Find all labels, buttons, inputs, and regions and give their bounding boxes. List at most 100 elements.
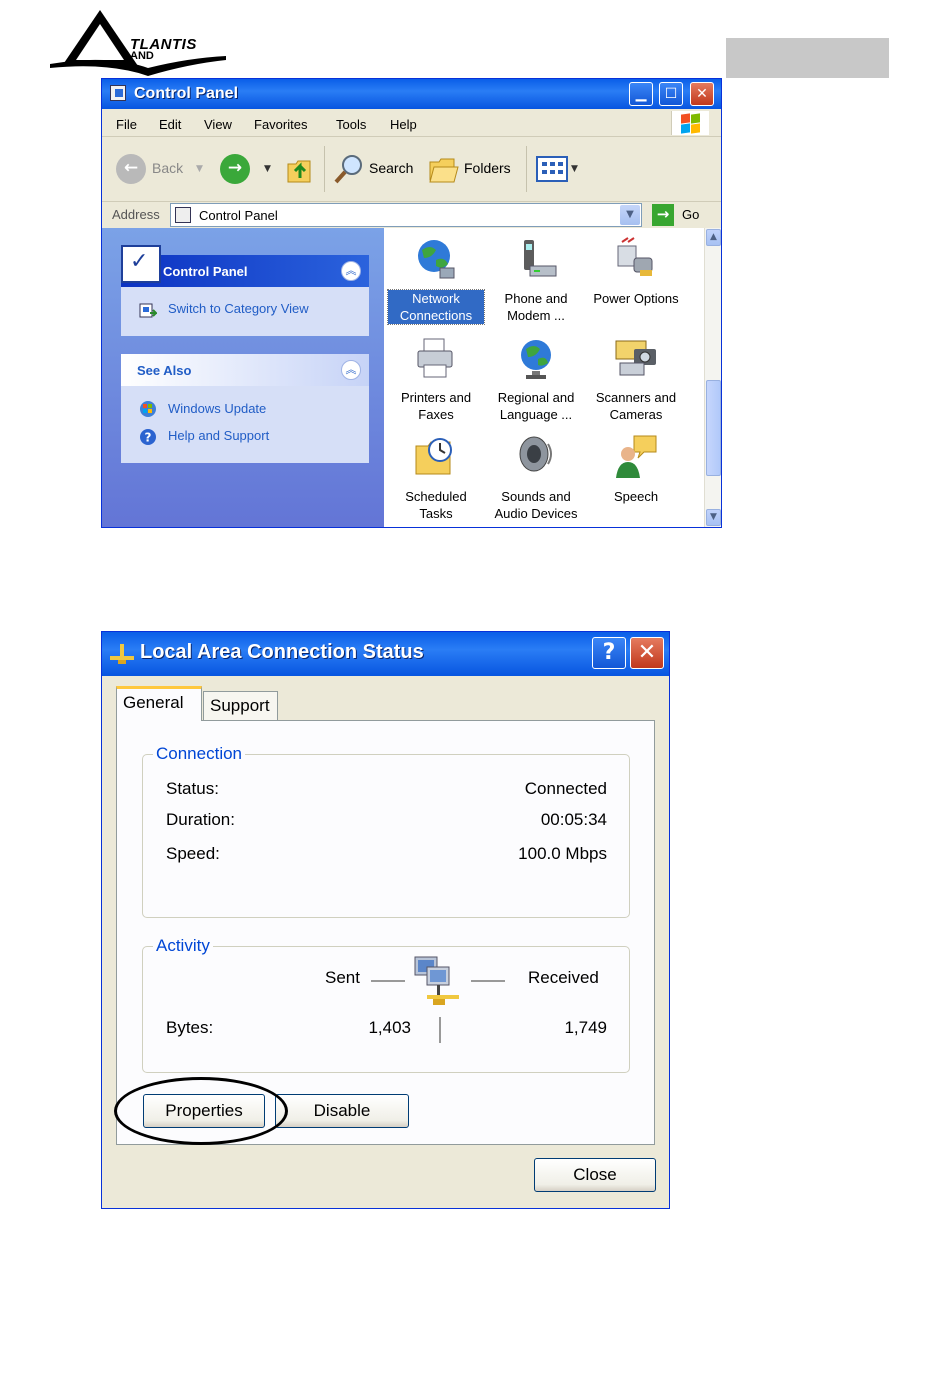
speech-icon <box>616 435 657 478</box>
network-connections-item[interactable]: Network Connections <box>387 236 485 325</box>
item-label: Printers and Faxes <box>400 390 472 422</box>
forward-dropdown-icon[interactable]: ▼ <box>264 164 271 174</box>
item-label: Power Options <box>593 291 679 306</box>
network-connection-icon <box>110 644 134 664</box>
bytes-received-value: 1,749 <box>564 1018 607 1037</box>
speed-label: Speed: <box>166 844 220 863</box>
back-button-label[interactable]: Back <box>152 160 183 176</box>
windows-logo-icon <box>671 111 709 135</box>
go-arrow-icon[interactable]: → <box>652 204 674 226</box>
toolbar-separator <box>324 146 325 192</box>
close-button[interactable]: ✕ <box>690 82 714 106</box>
close-dialog-button[interactable]: Close <box>534 1158 656 1192</box>
control-panel-task-box: Control Panel ︽ Switch to Category View <box>121 245 369 336</box>
item-label: Scanners and Cameras <box>595 390 677 422</box>
title-bar[interactable]: Control Panel ▁ ☐ ✕ <box>102 79 721 109</box>
scheduled-folder-icon <box>415 438 452 475</box>
back-dropdown-icon[interactable]: ▼ <box>196 164 203 174</box>
views-dropdown-icon[interactable]: ▼ <box>571 164 578 174</box>
activity-group-title: Activity <box>153 936 213 956</box>
task-box-header[interactable]: Control Panel ︽ <box>121 245 369 287</box>
go-button-label[interactable]: Go <box>682 207 699 222</box>
disable-button[interactable]: Disable <box>275 1094 409 1128</box>
scroll-thumb[interactable] <box>706 380 721 476</box>
connection-group: Connection Status: Connected Duration: 0… <box>142 744 630 918</box>
help-button[interactable]: ? <box>592 637 626 669</box>
item-label: Network Connections <box>387 289 485 325</box>
printers-faxes-item[interactable]: Printers and Faxes <box>388 335 484 423</box>
power-options-item[interactable]: Power Options <box>588 236 684 307</box>
address-field[interactable]: Control Panel ▼ <box>170 203 642 227</box>
folders-button-label[interactable]: Folders <box>464 160 511 176</box>
minimize-button[interactable]: ▁ <box>629 82 653 106</box>
address-dropdown-icon[interactable]: ▼ <box>620 205 640 225</box>
item-label: Sounds and Audio Devices <box>494 489 578 521</box>
phone-modem-item[interactable]: Phone and Modem ... <box>488 236 584 324</box>
dialog-title: Local Area Connection Status <box>140 641 424 663</box>
search-button-label[interactable]: Search <box>369 160 413 176</box>
scroll-down-icon[interactable]: ▼ <box>706 509 721 526</box>
menu-edit[interactable]: Edit <box>159 117 181 132</box>
dialog-close-icon[interactable]: ✕ <box>630 637 664 669</box>
menu-help[interactable]: Help <box>390 117 417 132</box>
menu-favorites[interactable]: Favorites <box>254 117 307 132</box>
toolbar: ← Back ▼ → ▼ Search Folders ▼ <box>102 138 721 202</box>
bytes-sent-value: 1,403 <box>368 1018 411 1037</box>
network-globe-icon <box>418 240 455 279</box>
menu-view[interactable]: View <box>204 117 232 132</box>
page-header-tab <box>726 38 889 78</box>
maximize-button[interactable]: ☐ <box>659 82 683 106</box>
menu-file[interactable]: File <box>116 117 137 132</box>
activity-group: Activity Sent Received Bytes: 1,403 1,74… <box>142 936 630 1073</box>
tab-general[interactable]: General <box>116 686 202 721</box>
bytes-divider <box>439 1017 441 1043</box>
item-label: Scheduled Tasks <box>405 489 467 521</box>
see-also-box: See Also ︽ Windows Update ? Help and Sup… <box>121 354 369 463</box>
speed-value: 100.0 Mbps <box>518 844 607 863</box>
scroll-up-icon[interactable]: ▲ <box>706 229 721 246</box>
collapse-chevron-icon[interactable]: ︽ <box>341 261 361 281</box>
scanners-cameras-item[interactable]: Scanners and Cameras <box>588 335 684 423</box>
address-bar: Address Control Panel ▼ → Go <box>102 202 721 228</box>
network-computers-icon <box>414 956 459 1005</box>
help-and-support-link[interactable]: Help and Support <box>168 428 269 443</box>
vertical-scrollbar[interactable]: ▲ ▼ <box>704 228 721 527</box>
see-also-header[interactable]: See Also ︽ <box>121 354 369 386</box>
sounds-audio-item[interactable]: Sounds and Audio Devices <box>488 434 584 522</box>
switch-category-view-link[interactable]: Switch to Category View <box>168 301 309 316</box>
windows-update-link[interactable]: Windows Update <box>168 401 266 416</box>
highlight-ellipse <box>114 1077 288 1145</box>
sent-line <box>371 980 405 982</box>
back-arrow-icon[interactable]: ← <box>116 154 146 184</box>
speech-item[interactable]: Speech <box>588 434 684 505</box>
see-also-title: See Also <box>137 363 192 378</box>
speaker-icon <box>519 436 552 472</box>
atlantis-logo: TLANTIS AND <box>48 6 228 80</box>
address-label: Address <box>112 207 160 222</box>
svg-text:?: ? <box>145 431 152 445</box>
views-icon[interactable] <box>536 156 568 182</box>
bytes-label: Bytes: <box>166 1018 214 1037</box>
regional-language-item[interactable]: Regional and Language ... <box>488 335 584 423</box>
control-panel-checklist-icon <box>121 245 161 283</box>
dialog-title-bar[interactable]: Local Area Connection Status ? ✕ <box>102 632 669 676</box>
folders-icon[interactable] <box>428 154 460 184</box>
windows-update-icon <box>140 401 156 417</box>
forward-arrow-icon[interactable]: → <box>220 154 250 184</box>
scheduled-tasks-item[interactable]: Scheduled Tasks <box>388 434 484 522</box>
duration-value: 00:05:34 <box>540 810 607 829</box>
sent-label: Sent <box>325 968 360 987</box>
menu-tools[interactable]: Tools <box>336 117 366 132</box>
control-panel-icon <box>110 85 126 101</box>
control-panel-small-icon <box>175 207 191 223</box>
connection-group-title: Connection <box>153 744 246 764</box>
tab-support[interactable]: Support <box>203 691 278 721</box>
search-icon[interactable] <box>332 152 366 186</box>
status-label: Status: <box>166 779 219 798</box>
up-folder-icon[interactable] <box>286 154 314 186</box>
power-plug-icon <box>617 237 653 276</box>
item-label: Regional and Language ... <box>497 390 575 422</box>
received-line <box>471 980 505 982</box>
collapse-chevron-icon[interactable]: ︽ <box>341 360 361 380</box>
received-label: Received <box>528 968 599 987</box>
